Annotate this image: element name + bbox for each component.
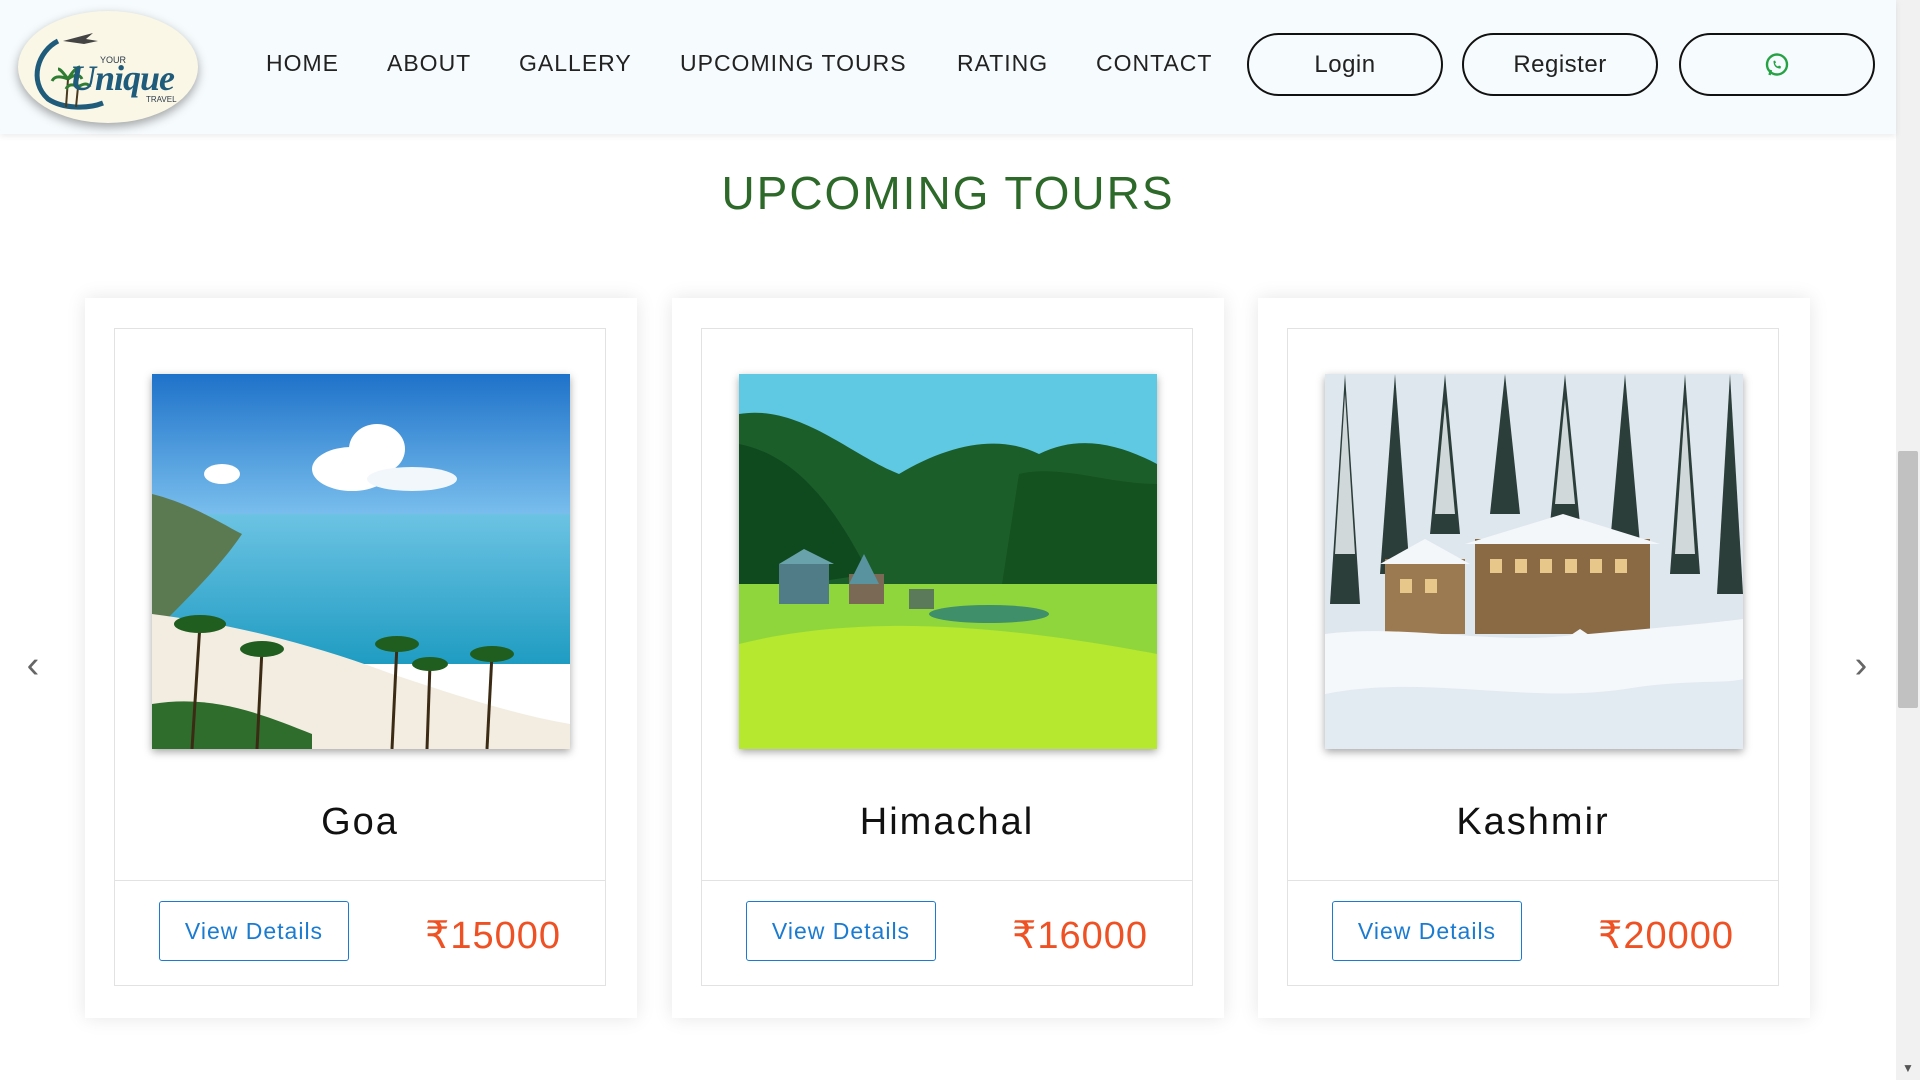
nav-about[interactable]: ABOUT — [387, 50, 471, 77]
login-button[interactable]: Login — [1247, 33, 1443, 96]
nav-gallery[interactable]: GALLERY — [519, 50, 632, 77]
section-title: UPCOMING TOURS — [721, 167, 1175, 219]
tour-price: ₹15000 — [425, 915, 561, 957]
card-divider — [702, 880, 1192, 881]
tour-price: ₹20000 — [1598, 915, 1734, 957]
tour-image-himachal[interactable] — [739, 374, 1157, 749]
nav-home[interactable]: HOME — [266, 50, 339, 77]
nav-contact[interactable]: CONTACT — [1096, 50, 1212, 77]
tour-image-goa[interactable] — [152, 374, 570, 749]
tour-card-inner: Himachal View Details ₹16000 — [701, 328, 1193, 986]
view-details-button[interactable]: View Details — [746, 901, 936, 961]
tour-image-kashmir[interactable] — [1325, 374, 1743, 749]
carousel-prev-icon[interactable]: ‹ — [18, 646, 48, 684]
card-divider — [1288, 880, 1778, 881]
view-details-button[interactable]: View Details — [1332, 901, 1522, 961]
logo-wordmark: Unique — [70, 58, 175, 98]
tour-card-goa: Goa View Details ₹15000 — [85, 298, 637, 1018]
tour-card-inner: Goa View Details ₹15000 — [114, 328, 606, 986]
whatsapp-icon — [1765, 52, 1789, 76]
carousel-next-icon[interactable]: › — [1846, 646, 1876, 684]
tour-name: Goa — [321, 801, 399, 843]
tour-card-himachal: Himachal View Details ₹16000 — [672, 298, 1224, 1018]
logo-tagline-bottom: TRAVEL — [146, 95, 177, 104]
register-button[interactable]: Register — [1462, 33, 1658, 96]
tour-name: Kashmir — [1456, 801, 1610, 843]
site-header: YOUR Unique TRAVEL HOME ABOUT GALLERY UP… — [0, 0, 1896, 134]
tour-name: Himachal — [859, 801, 1035, 843]
card-divider — [115, 880, 605, 881]
whatsapp-button[interactable] — [1679, 33, 1875, 96]
site-logo[interactable]: YOUR Unique TRAVEL — [18, 11, 198, 123]
tour-price: ₹16000 — [1012, 915, 1148, 957]
scrollbar-thumb[interactable] — [1898, 451, 1918, 708]
tour-card-inner: Kashmir View Details ₹20000 — [1287, 328, 1779, 986]
view-details-button[interactable]: View Details — [159, 901, 349, 961]
tour-card-kashmir: Kashmir View Details ₹20000 — [1258, 298, 1810, 1018]
nav-upcoming-tours[interactable]: UPCOMING TOURS — [680, 50, 907, 77]
nav-rating[interactable]: RATING — [957, 50, 1048, 77]
scroll-down-arrow-icon[interactable]: ▼ — [1898, 1058, 1918, 1078]
